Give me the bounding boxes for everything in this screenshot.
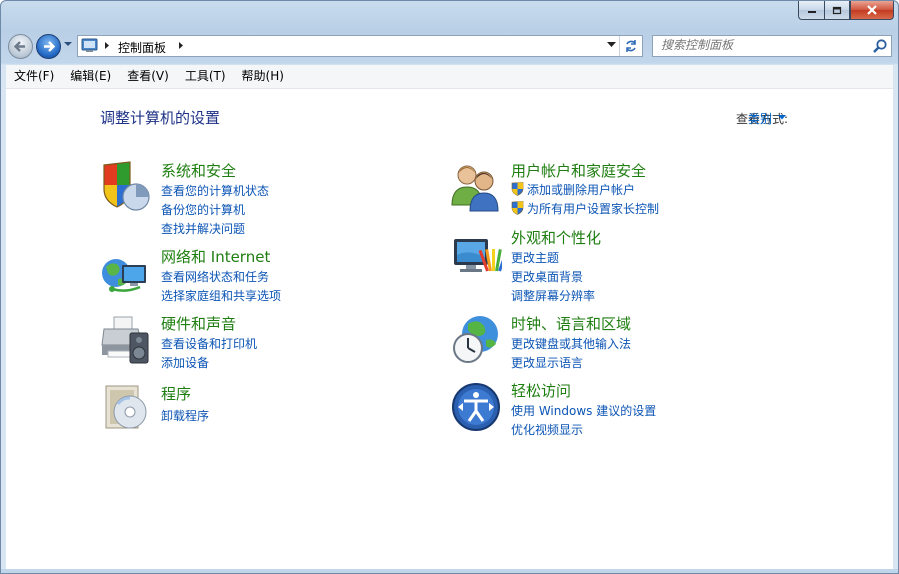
link-optimize-video[interactable]: 优化视频显示	[511, 421, 583, 438]
search-box[interactable]	[652, 35, 892, 57]
link-devices-printers[interactable]: 查看设备和打印机	[161, 335, 257, 352]
link-add-remove-user[interactable]: 添加或删除用户帐户	[527, 181, 635, 198]
menu-edit[interactable]: 编辑(E)	[62, 65, 119, 88]
search-icon[interactable]	[872, 38, 888, 54]
refresh-icon	[626, 40, 636, 52]
category-network-internet-title[interactable]: 网络和 Internet	[161, 246, 270, 267]
link-backup-computer[interactable]: 备份您的计算机	[161, 201, 245, 218]
uac-shield-icon	[511, 182, 524, 196]
control-panel-icon	[81, 38, 98, 52]
menu-view[interactable]: 查看(V)	[119, 65, 177, 88]
category-hardware-sound-title[interactable]: 硬件和声音	[161, 313, 236, 334]
ease-of-access-icon[interactable]	[450, 381, 502, 433]
caption-buttons	[798, 1, 894, 21]
chevron-down-icon[interactable]	[778, 115, 786, 120]
link-desktop-background[interactable]: 更改桌面背景	[511, 268, 583, 285]
address-history-dropdown-icon[interactable]	[607, 42, 616, 48]
breadcrumb-separator-icon[interactable]	[178, 41, 184, 50]
category-programs-title[interactable]: 程序	[161, 383, 191, 404]
programs-disc-icon[interactable]	[100, 382, 152, 434]
globe-network-icon[interactable]	[100, 249, 152, 301]
link-network-status[interactable]: 查看网络状态和任务	[161, 268, 269, 285]
link-view-computer-status[interactable]: 查看您的计算机状态	[161, 182, 269, 199]
breadcrumb-control-panel[interactable]: 控制面板	[118, 39, 166, 56]
address-bar[interactable]: 控制面板	[77, 35, 643, 57]
window-frame-bottom	[1, 569, 898, 573]
close-button[interactable]	[850, 1, 894, 20]
category-ease-of-access-title[interactable]: 轻松访问	[511, 380, 571, 401]
navigation-bar: 控制面板	[1, 31, 898, 63]
menu-tools[interactable]: 工具(T)	[177, 65, 234, 88]
recent-pages-dropdown-icon[interactable]	[63, 41, 73, 48]
link-uninstall-program[interactable]: 卸载程序	[161, 407, 209, 424]
link-change-keyboard[interactable]: 更改键盘或其他输入法	[511, 335, 631, 352]
close-icon	[867, 5, 877, 15]
link-change-theme[interactable]: 更改主题	[511, 249, 559, 266]
monitor-palette-icon[interactable]	[450, 231, 502, 283]
control-panel-window: 控制面板 文件(F) 编辑(E) 查看(V) 工具(T)	[0, 0, 899, 574]
globe-clock-icon[interactable]	[450, 314, 502, 366]
view-by-dropdown[interactable]: 类别	[748, 110, 772, 127]
arrow-right-icon	[44, 41, 56, 52]
category-clock-region-title[interactable]: 时钟、语言和区域	[511, 313, 631, 334]
back-button[interactable]	[8, 34, 33, 59]
minimize-button[interactable]	[798, 1, 824, 20]
link-troubleshoot[interactable]: 查找并解决问题	[161, 220, 245, 237]
refresh-button[interactable]	[619, 36, 642, 56]
arrow-left-icon	[13, 41, 25, 52]
menu-file[interactable]: 文件(F)	[6, 65, 62, 88]
maximize-button[interactable]	[824, 1, 850, 20]
category-appearance-title[interactable]: 外观和个性化	[511, 227, 601, 248]
users-icon[interactable]	[450, 161, 502, 213]
link-screen-resolution[interactable]: 调整屏幕分辨率	[511, 287, 595, 304]
printer-speaker-icon[interactable]	[100, 315, 152, 367]
link-display-language[interactable]: 更改显示语言	[511, 354, 583, 371]
category-user-accounts-title[interactable]: 用户帐户和家庭安全	[511, 160, 646, 181]
menu-help[interactable]: 帮助(H)	[234, 65, 292, 88]
category-system-security-title[interactable]: 系统和安全	[161, 160, 236, 181]
breadcrumb-separator-icon[interactable]	[104, 41, 110, 50]
forward-button[interactable]	[36, 34, 61, 59]
link-recommended-settings[interactable]: 使用 Windows 建议的设置	[511, 402, 656, 419]
link-add-device[interactable]: 添加设备	[161, 354, 209, 371]
shield-pie-icon[interactable]	[100, 161, 152, 213]
minimize-icon	[807, 11, 816, 13]
link-homegroup-sharing[interactable]: 选择家庭组和共享选项	[161, 287, 281, 304]
maximize-icon	[832, 6, 842, 14]
content-pane: 调整计算机的设置 查看方式: 类别 系统和安全 查看您的计算机状态 备份您的计算…	[6, 89, 893, 569]
search-input[interactable]	[661, 38, 861, 52]
uac-shield-icon	[511, 201, 524, 215]
page-title: 调整计算机的设置	[100, 109, 221, 127]
menu-bar: 文件(F) 编辑(E) 查看(V) 工具(T) 帮助(H)	[6, 65, 893, 89]
link-parental-controls[interactable]: 为所有用户设置家长控制	[527, 200, 659, 217]
